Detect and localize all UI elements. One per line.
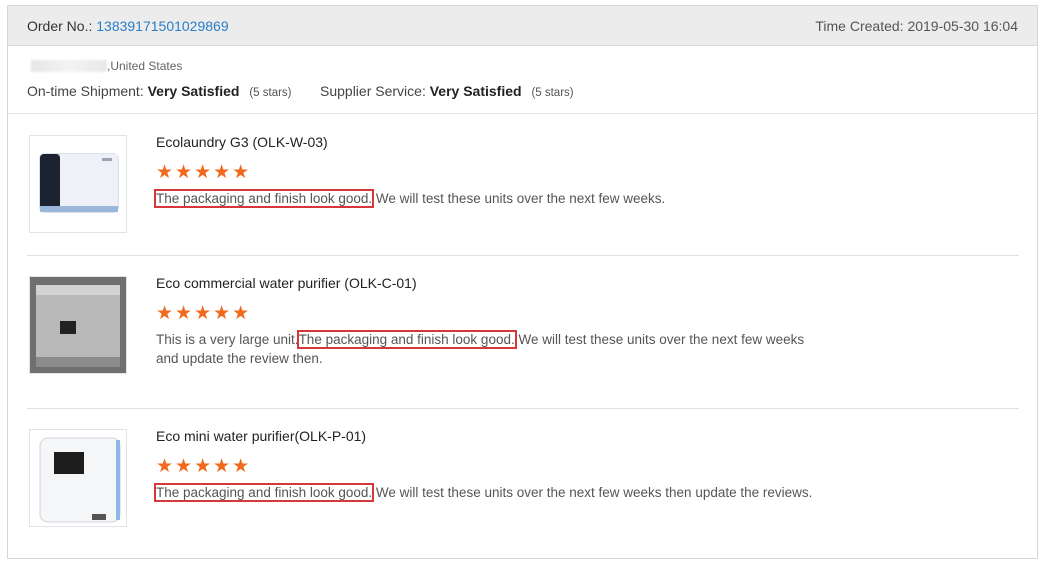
- product-title[interactable]: Eco commercial water purifier (OLK-C-01): [156, 275, 417, 291]
- ecolaundry-product-image: [39, 153, 119, 213]
- star-rating: ★★★★★: [156, 456, 252, 477]
- time-created: Time Created: 2019-05-30 16:04: [815, 18, 1018, 34]
- buyer-country: ,United States: [107, 59, 183, 73]
- star-rating: ★★★★★: [156, 162, 252, 183]
- time-label: Time Created:: [815, 18, 904, 34]
- order-number-row: Order No.: 13839171501029869: [27, 18, 229, 34]
- service-label: Supplier Service:: [320, 83, 426, 99]
- shipment-rating: On-time Shipment: Very Satisfied (5 star…: [27, 83, 292, 99]
- review-item: Ecolaundry G3 (OLK-W-03) ★★★★★ The packa…: [27, 114, 1019, 256]
- review-suffix: We will test these units over the next f…: [372, 485, 813, 500]
- review-prefix: This is a very large unit.: [156, 332, 299, 347]
- order-number-link[interactable]: 13839171501029869: [96, 18, 228, 34]
- service-stars: (5 stars): [531, 87, 574, 99]
- overall-ratings: ,United States On-time Shipment: Very Sa…: [8, 46, 1037, 114]
- blurred-buyer-name: [31, 60, 107, 72]
- time-value: 2019-05-30 16:04: [907, 18, 1018, 34]
- product-image[interactable]: [29, 429, 127, 527]
- product-image[interactable]: [29, 135, 127, 233]
- shipment-label: On-time Shipment:: [27, 83, 144, 99]
- review-text: The packaging and finish look good. We w…: [153, 483, 816, 502]
- order-review-card: Order No.: 13839171501029869 Time Create…: [7, 5, 1038, 559]
- service-value: Very Satisfied: [429, 83, 522, 99]
- review-text: The packaging and finish look good. We w…: [153, 189, 816, 208]
- order-label: Order No.:: [27, 18, 93, 34]
- product-image[interactable]: [29, 276, 127, 374]
- review-suffix: We will test these units over the next f…: [372, 191, 666, 206]
- review-item: Eco mini water purifier(OLK-P-01) ★★★★★ …: [27, 408, 1019, 558]
- service-rating: Supplier Service: Very Satisfied (5 star…: [320, 83, 574, 99]
- shipment-value: Very Satisfied: [147, 83, 240, 99]
- shipment-stars: (5 stars): [249, 87, 292, 99]
- review-item: Eco commercial water purifier (OLK-C-01)…: [27, 255, 1019, 409]
- product-title[interactable]: Ecolaundry G3 (OLK-W-03): [156, 134, 328, 150]
- star-rating: ★★★★★: [156, 303, 252, 324]
- commercial-purifier-image: [30, 277, 126, 373]
- order-header: Order No.: 13839171501029869 Time Create…: [8, 6, 1037, 46]
- highlighted-phrase: The packaging and finish look good.: [296, 330, 517, 349]
- product-title[interactable]: Eco mini water purifier(OLK-P-01): [156, 428, 366, 444]
- review-text: This is a very large unit.The packaging …: [156, 330, 816, 368]
- mini-purifier-image: [39, 437, 121, 523]
- highlighted-phrase: The packaging and finish look good.: [153, 189, 375, 208]
- highlighted-phrase: The packaging and finish look good.: [153, 483, 375, 502]
